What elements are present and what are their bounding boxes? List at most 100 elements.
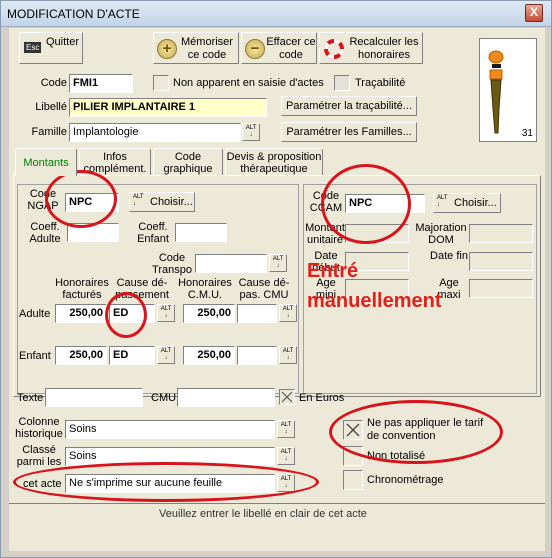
enfant-label: Enfant: [19, 350, 51, 362]
coef-enfant-label: Coeff. Enfant: [137, 221, 169, 245]
ccam-choose-button[interactable]: ALT ↓ Choisir...: [433, 193, 501, 213]
chronometrage-label: Chronométrage: [367, 474, 444, 486]
lifebuoy-icon: [324, 39, 344, 59]
tab-devis[interactable]: Devis & proposition thérapeutique: [225, 148, 323, 176]
alt-label: ALT: [245, 125, 257, 131]
param-tracabilite-button[interactable]: Paramétrer la traçabilité...: [281, 96, 417, 116]
tracabilite-checkbox[interactable]: [334, 75, 350, 91]
quit-button[interactable]: Esc Quitter: [19, 32, 83, 64]
coef-adulte-label: Coeff. Adulte: [29, 221, 61, 245]
check-x-icon: [346, 423, 360, 437]
ccam-choose-label: Choisir...: [454, 197, 497, 209]
window-title: MODIFICATION D'ACTE: [7, 7, 140, 21]
cet-acte-input[interactable]: Ne s'imprime sur aucune feuille: [65, 474, 275, 493]
adulte-cmu-alt-button[interactable]: ALT ↓: [279, 304, 297, 322]
adulte-cause-cmu-input[interactable]: [237, 304, 277, 323]
non-totalise-label: Non totalisé: [367, 450, 426, 462]
adulte-cause-alt-button[interactable]: ALT ↓: [157, 304, 175, 322]
plus-icon: +: [157, 39, 177, 59]
status-message: Veuillez entrer le libellé en clair de c…: [159, 508, 367, 520]
coef-adulte-input[interactable]: [67, 223, 119, 242]
adulte-honoraires-input[interactable]: 250,00: [55, 304, 107, 323]
ngap-code-input[interactable]: NPC: [65, 193, 119, 212]
ccam-alt-down-icon: ALT ↓: [437, 195, 448, 208]
classe-label: Classé parmi les: [16, 444, 62, 468]
tracabilite-label: Traçabilité: [355, 77, 406, 89]
minus-icon: −: [245, 39, 265, 59]
majoration-input[interactable]: [469, 224, 533, 243]
coef-enfant-input[interactable]: [175, 223, 227, 242]
code-transpo-label: Code Transpo: [152, 252, 192, 276]
tab-infos-label: Infos complément.: [83, 151, 147, 175]
cet-acte-label: cet acte: [23, 478, 62, 490]
non-apparent-checkbox[interactable]: [153, 75, 169, 91]
tab-montants[interactable]: Montants: [15, 148, 77, 176]
annotation-entre: Entré: [307, 260, 359, 282]
montant-unitaire-input[interactable]: [345, 224, 409, 243]
transpo-alt-button[interactable]: ALT ↓: [269, 254, 287, 272]
cmu-input[interactable]: [177, 388, 275, 407]
cmu-label: CMU: [151, 392, 177, 404]
code-input[interactable]: FMI1: [69, 74, 133, 93]
date-fin-input[interactable]: [469, 252, 533, 271]
ngap-choose-button[interactable]: ALT ↓ Choisir...: [129, 192, 195, 212]
ngap-code-label: Code NGAP: [27, 188, 59, 212]
colonne-input[interactable]: Soins: [65, 420, 275, 439]
modification-acte-window: MODIFICATION D'ACTE X Esc Quitter + Mémo…: [0, 0, 552, 558]
tooth-image-box[interactable]: 31: [479, 38, 537, 142]
enfant-honoraires-input[interactable]: 250,00: [55, 346, 107, 365]
enfant-cause-input[interactable]: ED: [109, 346, 155, 365]
non-totalise-checkbox[interactable]: [343, 446, 363, 466]
enfant-cmu-alt-button[interactable]: ALT ↓: [279, 346, 297, 364]
tab-infos[interactable]: Infos complément.: [79, 148, 151, 176]
honoraires-header: Honoraires facturés: [55, 277, 109, 301]
classe-input[interactable]: Soins: [65, 447, 275, 466]
esc-key-icon: Esc: [24, 42, 42, 53]
annotation-manuellement: manuellement: [307, 290, 442, 312]
classe-alt-button[interactable]: ALT ↓: [277, 447, 295, 465]
close-button[interactable]: X: [525, 4, 543, 22]
ccam-code-label: Code CCAM: [309, 190, 343, 214]
code-label: Code: [40, 77, 67, 89]
enfant-cause-cmu-input[interactable]: [237, 346, 277, 365]
famille-input[interactable]: Implantologie: [69, 123, 241, 142]
memorize-button[interactable]: + Mémoriser ce code: [153, 32, 239, 64]
famille-alt-button[interactable]: ALT ↓: [242, 123, 260, 141]
recalc-button[interactable]: Recalculer les honoraires: [319, 32, 423, 64]
texte-input[interactable]: [45, 388, 143, 407]
memorize-label: Mémoriser ce code: [181, 36, 233, 61]
tab-code-graphique[interactable]: Code graphique: [153, 148, 223, 176]
erase-label: Effacer ce code: [266, 36, 316, 61]
tab-devis-label: Devis & proposition thérapeutique: [226, 151, 322, 175]
majoration-label: Majoration DOM: [415, 222, 467, 246]
quit-label: Quitter: [46, 36, 80, 48]
cause-dep-cmu-header: Cause dé-pas. CMU: [238, 277, 290, 301]
check-x-icon: [281, 391, 293, 403]
date-fin-label: Date fin: [430, 250, 468, 262]
ne-pas-appliquer-checkbox[interactable]: [343, 420, 363, 440]
form-content: Esc Quitter + Mémoriser ce code − Efface…: [9, 28, 545, 551]
non-apparent-label: Non apparent en saisie d'actes: [173, 77, 324, 89]
honoraires-cmu-header: Honoraires C.M.U.: [178, 277, 232, 301]
status-bar: Veuillez entrer le libellé en clair de c…: [9, 503, 545, 551]
libelle-input[interactable]: PILIER IMPLANTAIRE 1: [69, 98, 267, 117]
ne-pas-appliquer-label: Ne pas appliquer le tarif de convention: [367, 417, 484, 442]
param-familles-button[interactable]: Paramétrer les Familles...: [281, 122, 417, 142]
ccam-code-input[interactable]: NPC: [345, 194, 425, 213]
erase-button[interactable]: − Effacer ce code: [241, 32, 317, 64]
code-transpo-input[interactable]: [195, 254, 267, 273]
age-maxi-input[interactable]: [469, 279, 533, 298]
enfant-cause-alt-button[interactable]: ALT ↓: [157, 346, 175, 364]
en-euros-checkbox[interactable]: [279, 389, 295, 405]
ngap-choose-label: Choisir...: [150, 196, 193, 208]
colonne-label: Colonne historique: [15, 416, 63, 440]
colonne-alt-button[interactable]: ALT ↓: [277, 420, 295, 438]
adulte-cmu-input[interactable]: 250,00: [183, 304, 235, 323]
tooth-number: 31: [521, 128, 533, 139]
chronometrage-checkbox[interactable]: [343, 470, 363, 490]
enfant-cmu-input[interactable]: 250,00: [183, 346, 235, 365]
libelle-label: Libellé: [35, 101, 67, 113]
adulte-cause-input[interactable]: ED: [109, 304, 155, 323]
cet-acte-alt-button[interactable]: ALT ↓: [277, 474, 295, 492]
cause-dep-header: Cause dé-passement: [115, 277, 169, 301]
